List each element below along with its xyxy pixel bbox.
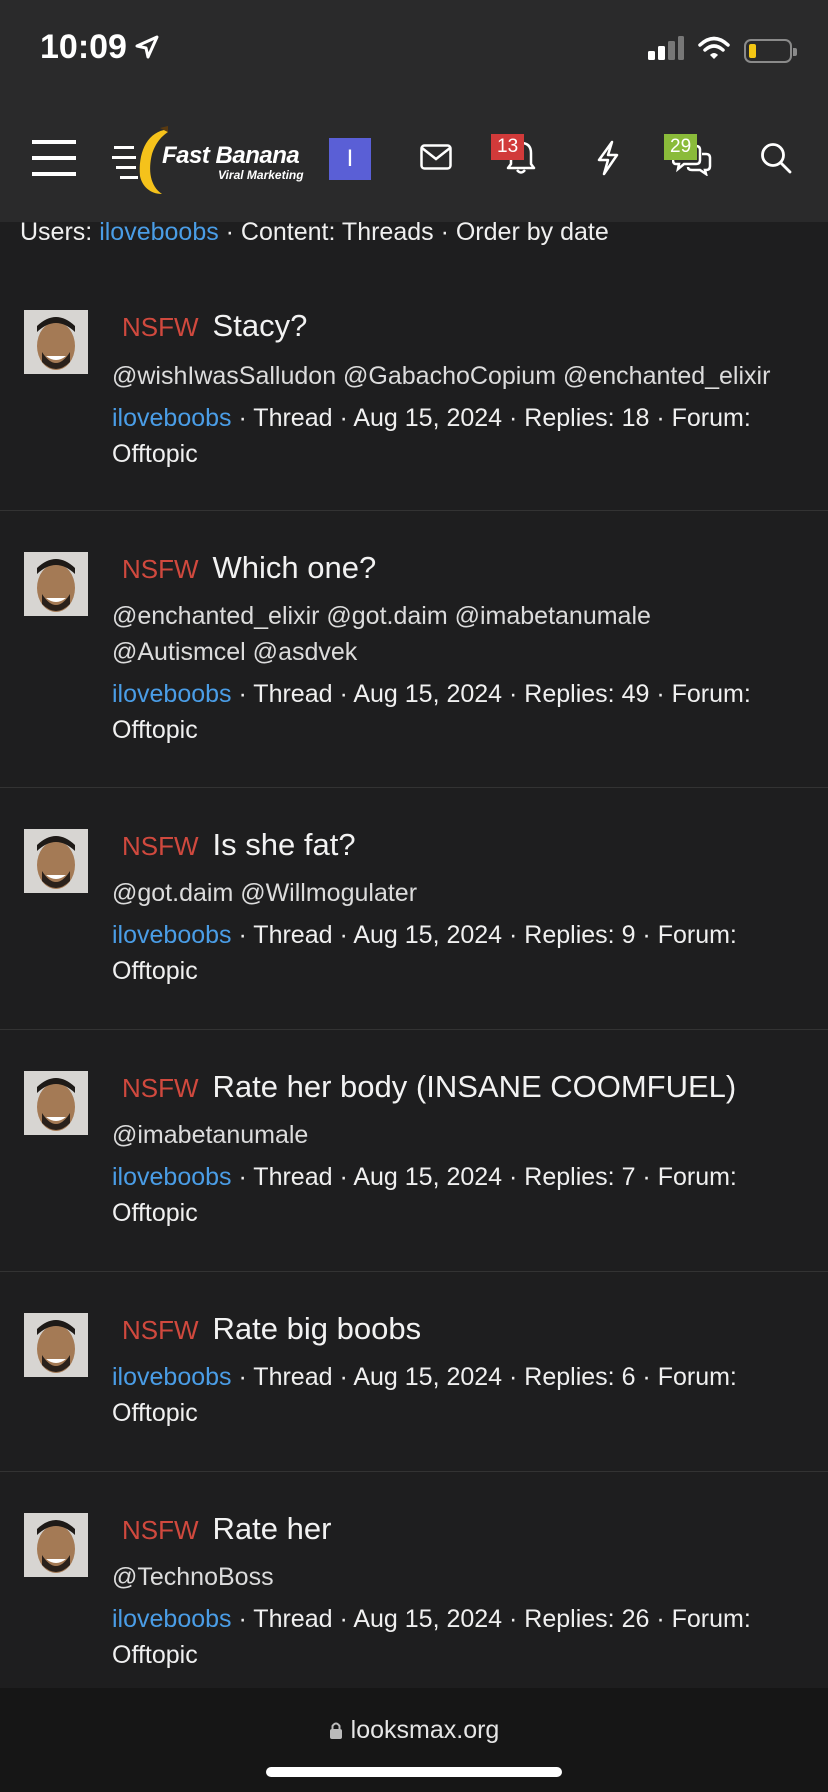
thread-title[interactable]: Rate big boobs <box>213 1311 422 1346</box>
thread-title[interactable]: Rate her body (INSANE COOMFUEL) <box>213 1069 737 1104</box>
thread-meta: iloveboobs · Thread · Aug 15, 2024 · Rep… <box>112 1359 802 1431</box>
nsfw-prefix-tag: NSFW <box>122 554 199 584</box>
thread-title[interactable]: Rate her <box>213 1511 332 1546</box>
thread-meta: iloveboobs · Thread · Aug 15, 2024 · Rep… <box>112 676 802 748</box>
filter-users-label: Users: <box>20 218 93 246</box>
logo-title: Fast Banana <box>162 142 300 169</box>
search-filter-summary: Users: iloveboobs · Content: Threads · O… <box>20 218 609 247</box>
author-avatar[interactable] <box>24 1313 88 1377</box>
thread-title-row[interactable]: NSFW Stacy? <box>112 308 307 344</box>
nsfw-prefix-tag: NSFW <box>122 312 199 342</box>
thread-title-row[interactable]: NSFW Which one? <box>112 550 376 586</box>
thread-meta: iloveboobs · Thread · Aug 15, 2024 · Rep… <box>112 1601 802 1673</box>
thread-title-row[interactable]: NSFW Rate big boobs <box>112 1311 421 1347</box>
thread-title-row[interactable]: NSFW Rate her body (INSANE COOMFUEL) <box>112 1069 736 1105</box>
thread-item[interactable]: NSFW Which one? @enchanted_elixir @got.da… <box>0 512 828 788</box>
wifi-icon <box>698 36 730 65</box>
thread-author-link[interactable]: iloveboobs <box>112 404 232 432</box>
thread-title[interactable]: Stacy? <box>213 308 308 343</box>
thread-meta: iloveboobs · Thread · Aug 15, 2024 · Rep… <box>112 400 802 472</box>
thread-author-link[interactable]: iloveboobs <box>112 921 232 949</box>
site-logo[interactable]: Fast Banana Viral Marketing <box>112 124 312 198</box>
nsfw-prefix-tag: NSFW <box>122 1315 199 1345</box>
conversations-count-badge: 29 <box>664 134 698 160</box>
url-display[interactable]: looksmax.org <box>0 1716 828 1746</box>
thread-title-row[interactable]: NSFW Rate her <box>112 1511 331 1547</box>
author-avatar[interactable] <box>24 1513 88 1577</box>
author-avatar[interactable] <box>24 310 88 374</box>
thread-mentions: @enchanted_elixir @got.daim @imabetanuma… <box>112 602 651 666</box>
thread-author-link[interactable]: iloveboobs <box>112 1163 232 1191</box>
thread-item[interactable]: NSFW Rate her @TechnoBoss iloveboobs · Th… <box>0 1473 828 1688</box>
thread-mentions: @imabetanumale <box>112 1121 309 1149</box>
nsfw-prefix-tag: NSFW <box>122 1515 199 1545</box>
location-arrow-icon <box>134 34 160 65</box>
thread-mentions: @got.daim @Willmogulater <box>112 879 418 907</box>
thread-author-link[interactable]: iloveboobs <box>112 1363 232 1391</box>
thread-mentions: @TechnoBoss <box>112 1563 274 1591</box>
status-time: 10:09 <box>40 28 127 66</box>
search-icon[interactable] <box>760 142 792 179</box>
thread-item[interactable]: NSFW Stacy? @wishIwasSalludon @GabachoCop… <box>0 256 828 511</box>
nsfw-prefix-tag: NSFW <box>122 831 199 861</box>
url-text: looksmax.org <box>350 1716 500 1744</box>
inbox-icon[interactable] <box>420 144 452 175</box>
thread-item[interactable]: NSFW Rate her body (INSANE COOMFUEL) @ima… <box>0 1031 828 1272</box>
whats-new-bolt-icon[interactable] <box>596 140 620 181</box>
battery-icon <box>744 38 797 63</box>
home-indicator[interactable] <box>266 1767 562 1777</box>
thread-title[interactable]: Which one? <box>213 550 377 585</box>
status-indicators <box>648 36 797 65</box>
filter-details: · Content: Threads · Order by date <box>218 218 609 246</box>
thread-meta: iloveboobs · Thread · Aug 15, 2024 · Rep… <box>112 1159 802 1231</box>
nsfw-prefix-tag: NSFW <box>122 1073 199 1103</box>
lock-icon <box>329 1717 343 1746</box>
alerts-count-badge: 13 <box>491 134 525 160</box>
thread-author-link[interactable]: iloveboobs <box>112 680 232 708</box>
thread-item[interactable]: NSFW Is she fat? @got.daim @Willmogulater… <box>0 789 828 1030</box>
logo-subtitle: Viral Marketing <box>218 168 304 182</box>
author-avatar[interactable] <box>24 1071 88 1135</box>
thread-mentions: @wishIwasSalludon @GabachoCopium @enchan… <box>112 362 771 390</box>
thread-meta: iloveboobs · Thread · Aug 15, 2024 · Rep… <box>112 917 802 989</box>
thread-author-link[interactable]: iloveboobs <box>112 1605 232 1633</box>
signal-icon <box>648 36 684 65</box>
thread-item[interactable]: NSFW Rate big boobs iloveboobs · Thread ·… <box>0 1273 828 1472</box>
thread-title-row[interactable]: NSFW Is she fat? <box>112 827 356 863</box>
site-header: Fast Banana Viral Marketing I 13 29 <box>0 100 828 222</box>
filter-user-link[interactable]: iloveboobs <box>99 218 219 246</box>
author-avatar[interactable] <box>24 829 88 893</box>
account-avatar-button[interactable]: I <box>329 138 371 180</box>
menu-icon[interactable] <box>32 140 76 181</box>
status-bar: 10:09 <box>0 0 828 100</box>
author-avatar[interactable] <box>24 552 88 616</box>
thread-title[interactable]: Is she fat? <box>213 827 356 862</box>
